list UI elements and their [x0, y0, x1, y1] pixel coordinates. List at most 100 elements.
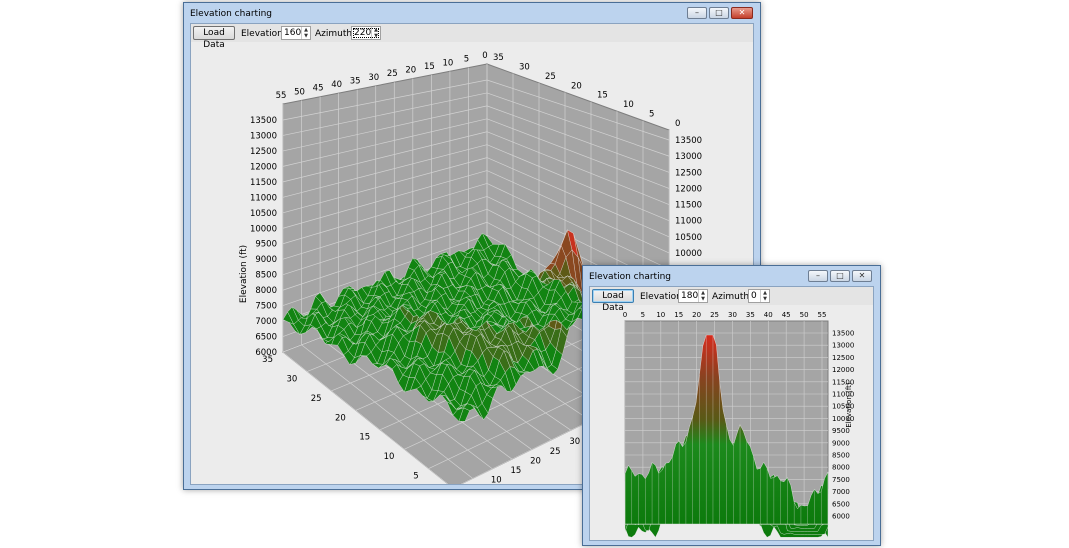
- x-tick-top: 0: [482, 51, 487, 61]
- maximize-icon[interactable]: □: [830, 270, 850, 282]
- z-tick-left: 7000: [255, 317, 277, 327]
- x-tick-top: 10: [442, 58, 453, 68]
- elevation-spinner[interactable]: 180 ▲ ▼: [678, 289, 708, 303]
- elevation-label: Elevation:: [241, 29, 286, 39]
- x-tick-top: 20: [405, 66, 416, 76]
- minimize-icon[interactable]: –: [687, 7, 707, 19]
- x-tick-top: 15: [424, 62, 435, 72]
- window-title: Elevation charting: [589, 272, 671, 282]
- z-tick: 7000: [832, 488, 850, 496]
- elevation-value: 160: [284, 28, 302, 38]
- x-tick: 40: [764, 311, 773, 319]
- window-title: Elevation charting: [190, 9, 272, 19]
- z-tick-left: 13000: [250, 131, 277, 141]
- z-tick: 8500: [832, 452, 850, 460]
- y-tick-top: 35: [493, 53, 504, 63]
- y-tick-top: 20: [571, 81, 582, 91]
- secondary-client: Load Data Elevation: 180 ▲ ▼ Azimuth: 0 ▲…: [589, 286, 874, 541]
- x-tick: 5: [641, 311, 645, 319]
- azimuth-value: 220: [354, 28, 372, 38]
- elevation-value: 180: [681, 291, 699, 301]
- x-tick-top: 40: [331, 80, 342, 90]
- azimuth-spinner[interactable]: 220 ▲ ▼: [351, 26, 381, 40]
- z-tick: 7500: [832, 476, 850, 484]
- z-tick-right: 12500: [675, 168, 702, 178]
- y-tick-front: 25: [311, 394, 322, 404]
- x-tick: 20: [692, 311, 701, 319]
- z-tick-right: 10000: [675, 249, 702, 259]
- x-tick: 0: [623, 311, 627, 319]
- x-tick-front: 25: [550, 447, 561, 457]
- spinner-arrows-icon[interactable]: ▲ ▼: [760, 290, 769, 302]
- minimize-icon[interactable]: –: [808, 270, 828, 282]
- spinner-arrows-icon[interactable]: ▲ ▼: [698, 290, 707, 302]
- spinner-arrows-icon[interactable]: ▲ ▼: [301, 27, 310, 39]
- z-tick: 8000: [832, 464, 850, 472]
- x-tick-front: 15: [510, 466, 521, 476]
- secondary-titlebar[interactable]: Elevation charting – □ ✕: [583, 266, 880, 288]
- x-tick-top: 35: [350, 76, 361, 86]
- spinner-arrows-icon[interactable]: ▲ ▼: [371, 27, 380, 39]
- x-tick: 55: [818, 311, 827, 319]
- x-tick: 25: [710, 311, 719, 319]
- z-axis-title: Elevation (ft): [239, 245, 249, 303]
- z-tick-left: 10500: [250, 209, 277, 219]
- close-icon[interactable]: ✕: [852, 270, 872, 282]
- azimuth-spinner[interactable]: 0 ▲ ▼: [748, 289, 770, 303]
- z-tick: 12000: [832, 366, 854, 374]
- z-tick-left: 9500: [255, 240, 277, 250]
- surface-chart-front[interactable]: 6000650070007500800085009000950010000105…: [590, 305, 873, 540]
- y-tick-top: 0: [675, 119, 680, 129]
- maximize-icon[interactable]: □: [709, 7, 729, 19]
- secondary-window: Elevation charting – □ ✕ Load Data Eleva…: [582, 265, 881, 546]
- azimuth-value: 0: [751, 291, 757, 301]
- y-tick-front: 5: [413, 472, 418, 482]
- z-tick: 6500: [832, 500, 850, 508]
- z-tick: 12500: [832, 354, 854, 362]
- z-tick-right: 11500: [675, 201, 702, 211]
- load-data-button[interactable]: Load Data: [592, 289, 634, 313]
- x-tick: 10: [656, 311, 665, 319]
- x-tick-top: 55: [276, 91, 287, 101]
- z-tick: 13000: [832, 342, 854, 350]
- azimuth-label: Azimuth:: [712, 292, 753, 302]
- z-tick-left: 9000: [255, 255, 277, 265]
- y-tick-front: 15: [359, 433, 370, 443]
- x-tick-top: 50: [294, 87, 305, 97]
- azimuth-label: Azimuth:: [315, 29, 356, 39]
- y-tick-front: 10: [384, 452, 395, 462]
- z-tick-left: 8000: [255, 286, 277, 296]
- x-tick-top: 25: [387, 69, 398, 79]
- elevation-spinner[interactable]: 160 ▲ ▼: [281, 26, 311, 40]
- z-tick: 13500: [832, 330, 854, 338]
- z-tick-left: 11000: [250, 193, 277, 203]
- x-tick-front: 30: [569, 437, 580, 447]
- z-tick-left: 8500: [255, 271, 277, 281]
- main-titlebar[interactable]: Elevation charting – □ ✕: [184, 3, 760, 25]
- z-tick-left: 10000: [250, 224, 277, 234]
- z-tick: 9000: [832, 439, 850, 447]
- y-tick-top: 5: [649, 110, 654, 120]
- y-tick-top: 15: [597, 91, 608, 101]
- z-tick-left: 6500: [255, 333, 277, 343]
- z-tick-right: 11000: [675, 217, 702, 227]
- x-tick: 30: [728, 311, 737, 319]
- secondary-toolbar: Load Data Elevation: 180 ▲ ▼ Azimuth: 0 ▲…: [590, 287, 873, 313]
- z-tick-right: 12000: [675, 184, 702, 194]
- x-tick-front: 20: [530, 456, 541, 466]
- x-tick-front: 10: [491, 476, 502, 484]
- z-tick-right: 10500: [675, 233, 702, 243]
- x-tick: 50: [800, 311, 809, 319]
- z-tick-right: 13000: [675, 152, 702, 162]
- z-tick-left: 7500: [255, 302, 277, 312]
- y-tick-front: 30: [286, 374, 297, 384]
- x-tick-top: 5: [464, 55, 469, 65]
- y-tick-top: 25: [545, 72, 556, 82]
- z-tick-left: 11500: [250, 178, 277, 188]
- z-tick-left: 12500: [250, 147, 277, 157]
- z-tick-right: 13500: [675, 136, 702, 146]
- load-data-button[interactable]: Load Data: [193, 26, 235, 50]
- x-tick-top: 45: [313, 84, 324, 94]
- x-tick: 35: [746, 311, 755, 319]
- close-icon[interactable]: ✕: [731, 7, 753, 19]
